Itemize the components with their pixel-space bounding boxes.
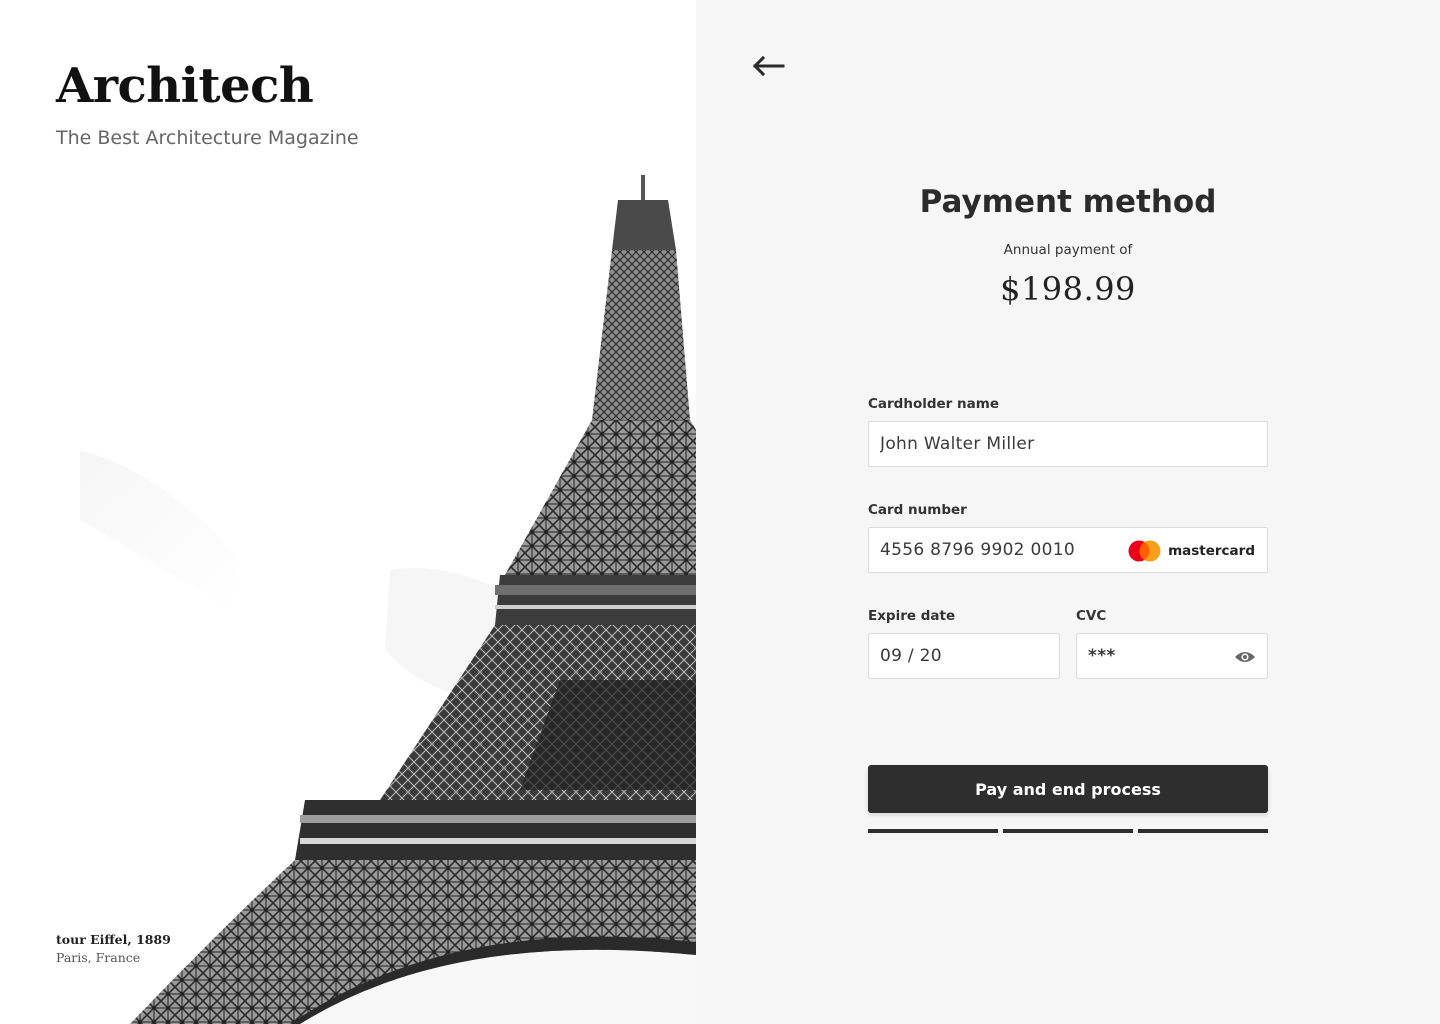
payment-panel: Payment method Annual payment of $198.99… xyxy=(696,0,1440,1024)
expire-date-label: Expire date xyxy=(868,608,956,624)
arrow-left-icon xyxy=(752,56,785,76)
photo-caption-location: Paris, France xyxy=(56,950,141,965)
progress-step-3 xyxy=(1138,829,1268,833)
cardholder-input[interactable] xyxy=(869,422,1267,466)
brand-subtitle: The Best Architecture Magazine xyxy=(56,127,359,149)
cvc-label: CVC xyxy=(1076,608,1107,624)
toggle-cvc-visibility-button[interactable] xyxy=(1233,645,1257,669)
cvc-field xyxy=(1076,633,1268,679)
back-button[interactable] xyxy=(748,48,788,84)
cardholder-label: Cardholder name xyxy=(868,396,999,412)
price-amount: $198.99 xyxy=(1000,270,1136,308)
eiffel-tower-photo xyxy=(80,175,696,1024)
photo-caption-title: tour Eiffel, 1889 xyxy=(56,932,171,947)
eye-icon xyxy=(1235,652,1255,662)
card-number-label: Card number xyxy=(868,502,967,518)
progress-step-1 xyxy=(868,829,998,833)
card-number-field: mastercard xyxy=(868,527,1268,573)
card-brand-name: mastercard xyxy=(1168,543,1255,559)
pay-button[interactable]: Pay and end process xyxy=(868,765,1268,813)
brand-panel: Architech The Best Architecture Magazine… xyxy=(0,0,696,1024)
expire-date-field xyxy=(868,633,1060,679)
page-title: Payment method xyxy=(919,184,1217,220)
card-brand-badge: mastercard xyxy=(1127,540,1255,562)
expire-date-input[interactable] xyxy=(869,634,1059,678)
cardholder-field xyxy=(868,421,1268,467)
brand-title: Architech xyxy=(56,58,314,114)
annual-payment-label: Annual payment of xyxy=(1003,242,1133,258)
progress-step-2 xyxy=(1003,829,1133,833)
mastercard-logo-icon xyxy=(1128,540,1161,562)
